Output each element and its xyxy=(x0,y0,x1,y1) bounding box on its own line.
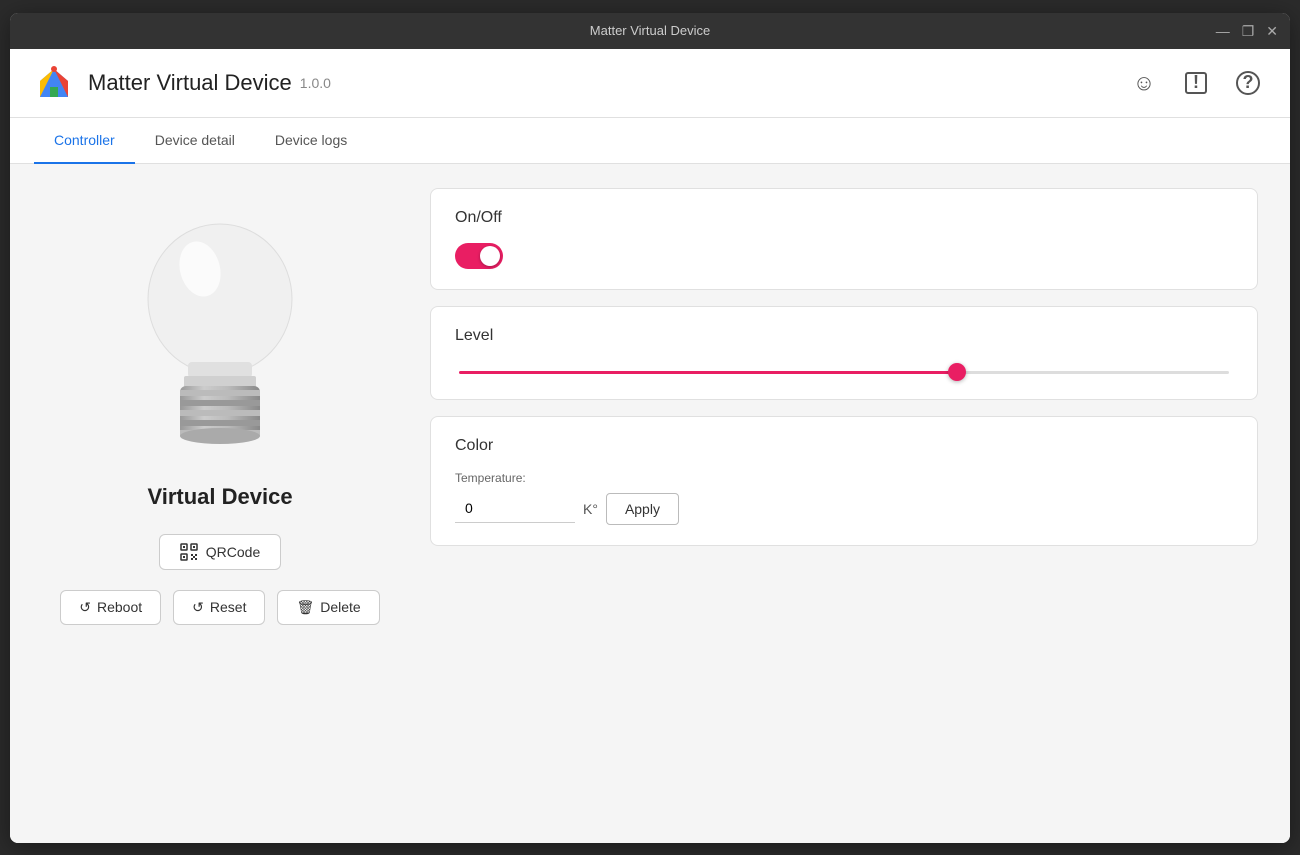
app-logo xyxy=(34,63,74,103)
app-title: Matter Virtual Device xyxy=(88,70,292,96)
temp-row: K° Apply xyxy=(455,493,1233,525)
alert-button[interactable]: ! xyxy=(1178,65,1214,101)
device-name: Virtual Device xyxy=(147,484,292,510)
temp-unit: K° xyxy=(583,501,598,517)
tabs-bar: Controller Device detail Device logs xyxy=(10,118,1290,164)
title-bar-text: Matter Virtual Device xyxy=(590,23,710,38)
title-bar: Matter Virtual Device — ❐ ✕ xyxy=(10,13,1290,49)
window-controls: — ❐ ✕ xyxy=(1216,24,1278,38)
reboot-button[interactable]: ↺ Reboot xyxy=(60,590,161,625)
level-card: Level xyxy=(430,306,1258,400)
help-button[interactable]: ? xyxy=(1230,65,1266,101)
color-card: Color Temperature: K° Apply xyxy=(430,416,1258,546)
apply-button[interactable]: Apply xyxy=(606,493,679,525)
level-label: Level xyxy=(455,327,1233,345)
reboot-label: Reboot xyxy=(97,599,142,615)
on-off-card: On/Off xyxy=(430,188,1258,290)
help-icon: ? xyxy=(1236,71,1260,95)
alert-icon: ! xyxy=(1185,72,1207,94)
emoji-button[interactable]: ☺ xyxy=(1126,65,1162,101)
header-actions: ☺ ! ? xyxy=(1126,65,1266,101)
tab-controller[interactable]: Controller xyxy=(34,118,135,164)
maximize-button[interactable]: ❐ xyxy=(1242,24,1255,38)
slider-wrapper xyxy=(455,361,1233,379)
app-version: 1.0.0 xyxy=(300,75,331,91)
temp-label: Temperature: xyxy=(455,471,1233,485)
action-buttons: ↺ Reboot ↺ Reset 🗑 Delete xyxy=(60,590,379,625)
close-button[interactable]: ✕ xyxy=(1266,24,1278,38)
bulb-image xyxy=(120,204,320,464)
right-panel: On/Off Level Color Tempe xyxy=(430,164,1290,843)
level-slider[interactable] xyxy=(459,371,1229,374)
delete-label: Delete xyxy=(320,599,360,615)
temp-input[interactable] xyxy=(455,494,575,523)
reset-label: Reset xyxy=(210,599,247,615)
app-window: Matter Virtual Device — ❐ ✕ Matter Virtu… xyxy=(10,13,1290,843)
main-content: Virtual Device QRCode xyxy=(10,164,1290,843)
emoji-icon: ☺ xyxy=(1133,70,1155,96)
left-panel: Virtual Device QRCode xyxy=(10,164,430,843)
qrcode-label: QRCode xyxy=(206,544,260,560)
on-off-toggle[interactable] xyxy=(455,243,503,269)
minimize-button[interactable]: — xyxy=(1216,24,1230,38)
tab-device-detail[interactable]: Device detail xyxy=(135,118,255,164)
delete-button[interactable]: 🗑 Delete xyxy=(277,590,379,625)
toggle-wrapper xyxy=(455,243,1233,269)
app-header: Matter Virtual Device 1.0.0 ☺ ! ? xyxy=(10,49,1290,118)
delete-icon: 🗑 xyxy=(296,599,314,616)
toggle-thumb xyxy=(480,246,500,266)
qrcode-button[interactable]: QRCode xyxy=(159,534,281,570)
tab-device-logs[interactable]: Device logs xyxy=(255,118,367,164)
qrcode-icon xyxy=(180,543,198,561)
reset-button[interactable]: ↺ Reset xyxy=(173,590,265,625)
color-label: Color xyxy=(455,437,1233,455)
reset-icon: ↺ xyxy=(192,599,204,616)
on-off-label: On/Off xyxy=(455,209,1233,227)
reboot-icon: ↺ xyxy=(79,599,91,616)
